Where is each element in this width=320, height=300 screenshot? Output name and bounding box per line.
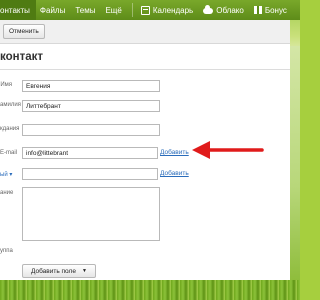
nickname-label: кдания [0,126,20,132]
grass-footer [0,280,300,300]
gift-icon [253,6,262,14]
email-input[interactable]: info@littebrant [22,147,158,159]
contact-form-panel: Отменить контакт Имя Евгения амилия Литт… [0,20,290,280]
nav-service-bonus[interactable]: Бонус [250,0,293,20]
add-field-button[interactable]: Добавить поле ▼ [22,264,96,278]
page-title: контакт [0,51,43,63]
nav-tab-more[interactable]: Ещё [101,0,127,20]
nav-tab-label: Файлы [39,5,66,15]
first-name-label: Имя [0,82,12,88]
group-label: уппа [0,248,13,254]
last-name-input[interactable]: Литтебрант [22,100,160,112]
nav-tab-files[interactable]: Файлы [36,0,71,20]
form-toolbar: Отменить [0,20,290,44]
nav-tab-contacts[interactable]: онтакты [0,0,36,20]
last-name-label: амилия [0,102,21,108]
comment-label: ание [0,190,14,196]
nav-service-calendar[interactable]: Календарь [137,0,199,20]
nickname-input[interactable] [22,124,160,136]
add-phone-link[interactable]: Добавить [160,170,189,177]
email-label: E-mail [0,150,18,156]
nav-service-label: Облако [216,5,244,15]
nav-tab-label: онтакты [0,5,30,15]
nav-tab-label: Темы [75,5,96,15]
top-navigation: онтакты Файлы Темы Ещё Календарь Облако … [0,0,300,20]
cloud-icon [203,5,214,14]
nav-service-cloud[interactable]: Облако [199,0,250,20]
nav-tab-label: Ещё [105,5,122,15]
phone-type-select[interactable]: ый ▾ [0,171,12,178]
chevron-down-icon: ▼ [81,268,87,274]
title-divider [0,69,290,70]
add-email-link[interactable]: Добавить [160,149,189,156]
add-field-label: Добавить поле [31,267,76,275]
nav-service-label: Бонус [264,5,287,15]
cancel-button[interactable]: Отменить [3,24,45,39]
comment-textarea[interactable] [22,187,160,241]
background-strip [290,46,300,280]
group-value [22,246,28,258]
nav-tab-themes[interactable]: Темы [71,0,101,20]
first-name-input[interactable]: Евгения [22,80,160,92]
nav-service-label: Календарь [152,5,194,15]
nav-separator [131,3,133,17]
calendar-icon [140,5,150,15]
phone-input[interactable] [22,168,158,180]
